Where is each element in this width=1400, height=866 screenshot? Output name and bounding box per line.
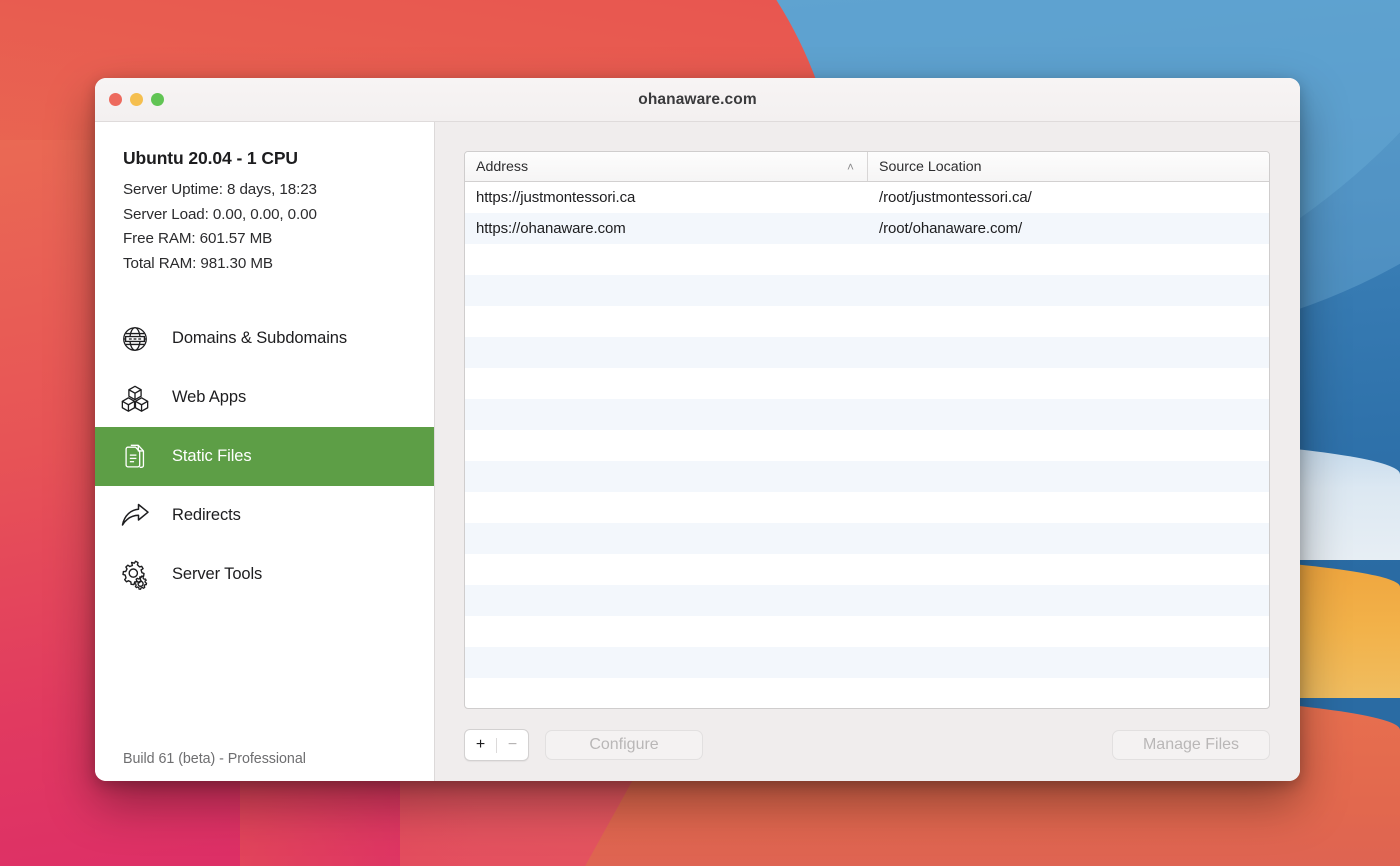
globe-icon bbox=[117, 321, 153, 357]
document-stack-icon bbox=[117, 439, 153, 475]
table-row[interactable]: https://ohanaware.com /root/ohanaware.co… bbox=[465, 213, 1269, 244]
build-info: Build 61 (beta) - Professional bbox=[123, 751, 306, 767]
add-remove-segmented-control: + − bbox=[464, 729, 529, 761]
bottom-toolbar: + − Configure Manage Files bbox=[464, 709, 1270, 781]
arrow-curve-right-icon bbox=[117, 498, 153, 534]
sidebar-nav: Domains & Subdomains Web Apps Static Fil… bbox=[95, 309, 434, 604]
sidebar-item-label: Domains & Subdomains bbox=[172, 329, 348, 347]
desktop-background: ohanaware.com Ubuntu 20.04 - 1 CPU Serve… bbox=[0, 0, 1400, 866]
table-row-empty[interactable] bbox=[465, 244, 1269, 275]
table-row-empty[interactable] bbox=[465, 523, 1269, 554]
remove-button[interactable]: − bbox=[497, 730, 528, 760]
sidebar-item-redirects[interactable]: Redirects bbox=[95, 486, 434, 545]
window-title: ohanaware.com bbox=[638, 90, 757, 108]
column-header-source-location[interactable]: Source Location bbox=[868, 152, 1269, 181]
sidebar-item-static-files[interactable]: Static Files bbox=[95, 427, 434, 486]
column-header-label: Source Location bbox=[879, 158, 982, 175]
table-row-empty[interactable] bbox=[465, 399, 1269, 430]
main-content: Address ˄ Source Location https://justmo… bbox=[435, 122, 1300, 781]
sort-ascending-icon: ˄ bbox=[846, 159, 854, 174]
cell-address: https://justmontessori.ca bbox=[476, 189, 636, 206]
sidebar-item-label: Server Tools bbox=[172, 565, 263, 583]
table-row[interactable]: https://justmontessori.ca /root/justmont… bbox=[465, 182, 1269, 213]
server-total-ram: Total RAM: 981.30 MB bbox=[123, 254, 273, 272]
sidebar-item-domains-and-subdomains[interactable]: Domains & Subdomains bbox=[95, 309, 434, 368]
table-row-empty[interactable] bbox=[465, 461, 1269, 492]
server-free-ram: Free RAM: 601.57 MB bbox=[123, 230, 273, 247]
window-body: Ubuntu 20.04 - 1 CPU Server Uptime: 8 da… bbox=[95, 122, 1300, 781]
table-row-empty[interactable] bbox=[465, 368, 1269, 399]
column-header-address[interactable]: Address ˄ bbox=[465, 152, 868, 181]
table-row-empty[interactable] bbox=[465, 430, 1269, 461]
sidebar-item-label: Web Apps bbox=[172, 388, 247, 406]
table-row-empty[interactable] bbox=[465, 554, 1269, 585]
app-window: ohanaware.com Ubuntu 20.04 - 1 CPU Serve… bbox=[95, 78, 1300, 781]
sidebar-item-label: Static Files bbox=[172, 447, 252, 465]
window-titlebar: ohanaware.com bbox=[95, 78, 1300, 122]
static-files-table: Address ˄ Source Location https://justmo… bbox=[464, 151, 1270, 709]
cell-source-location: /root/ohanaware.com/ bbox=[879, 220, 1023, 237]
table-row-empty[interactable] bbox=[465, 275, 1269, 306]
server-load: Server Load: 0.00, 0.00, 0.00 bbox=[123, 205, 317, 223]
column-header-label: Address bbox=[476, 158, 529, 175]
table-row-empty[interactable] bbox=[465, 306, 1269, 337]
server-uptime: Server Uptime: 8 days, 18:23 bbox=[123, 181, 317, 198]
boxes-icon bbox=[117, 380, 153, 416]
table-row-empty[interactable] bbox=[465, 492, 1269, 523]
cell-source-location: /root/justmontessori.ca/ bbox=[879, 189, 1032, 206]
table-header-row: Address ˄ Source Location bbox=[465, 152, 1269, 182]
table-row-empty[interactable] bbox=[465, 585, 1269, 616]
sidebar-item-server-tools[interactable]: Server Tools bbox=[95, 545, 434, 604]
sidebar: Ubuntu 20.04 - 1 CPU Server Uptime: 8 da… bbox=[95, 122, 435, 781]
table-row-empty[interactable] bbox=[465, 678, 1269, 708]
sidebar-item-web-apps[interactable]: Web Apps bbox=[95, 368, 434, 427]
table-row-empty[interactable] bbox=[465, 616, 1269, 647]
gears-icon bbox=[117, 557, 153, 593]
server-title: Ubuntu 20.04 - 1 CPU bbox=[123, 148, 298, 168]
cell-address: https://ohanaware.com bbox=[476, 220, 626, 237]
add-button[interactable]: + bbox=[465, 730, 496, 760]
server-info-panel: Ubuntu 20.04 - 1 CPU Server Uptime: 8 da… bbox=[95, 122, 434, 276]
table-row-empty[interactable] bbox=[465, 337, 1269, 368]
sidebar-item-label: Redirects bbox=[172, 506, 241, 524]
configure-button[interactable]: Configure bbox=[545, 730, 703, 760]
table-body: https://justmontessori.ca /root/justmont… bbox=[465, 182, 1269, 708]
manage-files-button[interactable]: Manage Files bbox=[1112, 730, 1270, 760]
table-row-empty[interactable] bbox=[465, 647, 1269, 678]
